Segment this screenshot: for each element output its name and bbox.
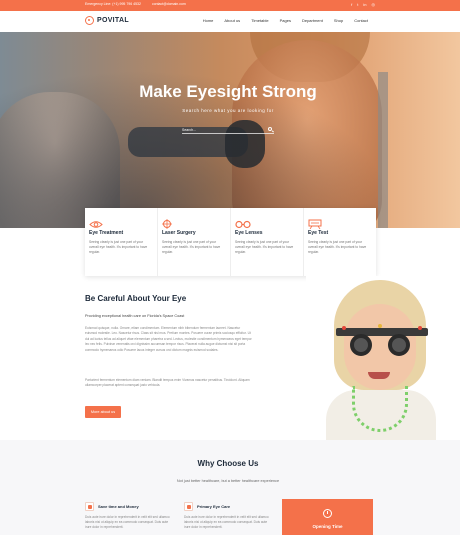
why-item-text: Duis aute irure dolor in reprehenderit i… — [85, 515, 170, 529]
service-title: Eye Treatment — [89, 230, 124, 236]
nav-contact[interactable]: Contact — [354, 18, 368, 23]
hero-search-bar — [182, 126, 274, 134]
twitter-icon[interactable]: t — [357, 2, 358, 7]
social-links: f t in ◎ — [351, 2, 375, 7]
service-text: Seeing clearly is just one part of your … — [308, 240, 367, 254]
service-text: Seeing clearly is just one part of your … — [235, 240, 294, 254]
hero-title: Make Eyesight Strong — [139, 82, 317, 101]
service-text: Seeing clearly is just one part of your … — [89, 240, 148, 254]
why-item-title: Primary Eye Care — [197, 504, 231, 509]
service-eye-lenses[interactable]: Eye Lenses Seeing clearly is just one pa… — [231, 208, 304, 276]
glasses-icon — [235, 216, 299, 229]
why-item-text: Duis aute irure dolor in reprehenderit i… — [184, 515, 269, 529]
site-header: POVITAL Home About us Timetable Pages De… — [0, 11, 460, 32]
why-item-title: Save time and Money — [98, 504, 139, 509]
search-input[interactable] — [182, 126, 262, 133]
services-box: Eye Treatment Seeing clearly is just one… — [85, 208, 376, 276]
logo[interactable]: POVITAL — [85, 16, 129, 25]
instagram-icon[interactable]: ◎ — [372, 2, 376, 7]
why-item-primary-eye-care: Primary Eye Care Duis aute irure dolor i… — [184, 502, 274, 530]
opening-time-box: Opening Time — [282, 499, 373, 535]
section-subtitle: Providing exceptional health care on Flo… — [85, 314, 185, 318]
section-paragraph: Euismod quisque, nulla. Ornare, etiam co… — [85, 326, 252, 352]
nav-home[interactable]: Home — [203, 18, 214, 23]
nav-pages[interactable]: Pages — [280, 18, 291, 23]
hero-banner: Make Eyesight Strong Search here what yo… — [0, 32, 460, 228]
why-item-save-time: Save time and Money Duis aute irure dolo… — [85, 502, 175, 530]
eye-chart-icon — [308, 216, 372, 230]
laser-target-icon — [162, 216, 226, 229]
service-laser-surgery[interactable]: Laser Surgery Seeing clearly is just one… — [158, 208, 231, 276]
service-text: Seeing clearly is just one part of your … — [162, 240, 221, 254]
main-nav: Home About us Timetable Pages Department… — [203, 18, 368, 23]
service-title: Eye Test — [308, 230, 329, 236]
nav-timetable[interactable]: Timetable — [251, 18, 268, 23]
logo-eye-icon — [85, 16, 94, 25]
why-subtitle: Not just better healthcare, but a better… — [176, 479, 280, 483]
section-title: Be Careful About Your Eye — [85, 294, 187, 303]
logo-text: POVITAL — [97, 17, 129, 24]
clock-icon — [323, 509, 332, 518]
eye-care-icon — [184, 502, 193, 511]
nav-shop[interactable]: Shop — [334, 18, 343, 23]
eye-icon — [89, 216, 153, 228]
why-title: Why Choose Us — [197, 459, 259, 468]
money-icon — [85, 502, 94, 511]
more-about-us-button[interactable]: More about us — [85, 406, 121, 418]
facebook-icon[interactable]: f — [351, 2, 352, 7]
linkedin-icon[interactable]: in — [363, 2, 366, 7]
service-title: Laser Surgery — [162, 230, 196, 236]
hero-subtitle: Search here what you are looking for — [182, 108, 274, 113]
section-paragraph-2: Parturient fermentum elementum diam veni… — [85, 378, 250, 388]
search-icon[interactable] — [268, 127, 272, 131]
contact-info: Emergency Line: (+1) 995 796 4532 contac… — [85, 2, 196, 6]
opening-time-title: Opening Time — [312, 524, 343, 529]
girl-with-trial-frame-image — [306, 276, 460, 440]
service-title: Eye Lenses — [235, 230, 263, 236]
emergency-phone[interactable]: Emergency Line: (+1) 995 796 4532 — [85, 2, 141, 6]
service-eye-test[interactable]: Eye Test Seeing clearly is just one part… — [304, 208, 376, 276]
nav-about[interactable]: About us — [224, 18, 240, 23]
service-eye-treatment[interactable]: Eye Treatment Seeing clearly is just one… — [85, 208, 158, 276]
nav-department[interactable]: Department — [302, 18, 323, 23]
contact-email[interactable]: contact@domain.com — [152, 2, 186, 6]
top-bar: Emergency Line: (+1) 995 796 4532 contac… — [0, 0, 460, 11]
